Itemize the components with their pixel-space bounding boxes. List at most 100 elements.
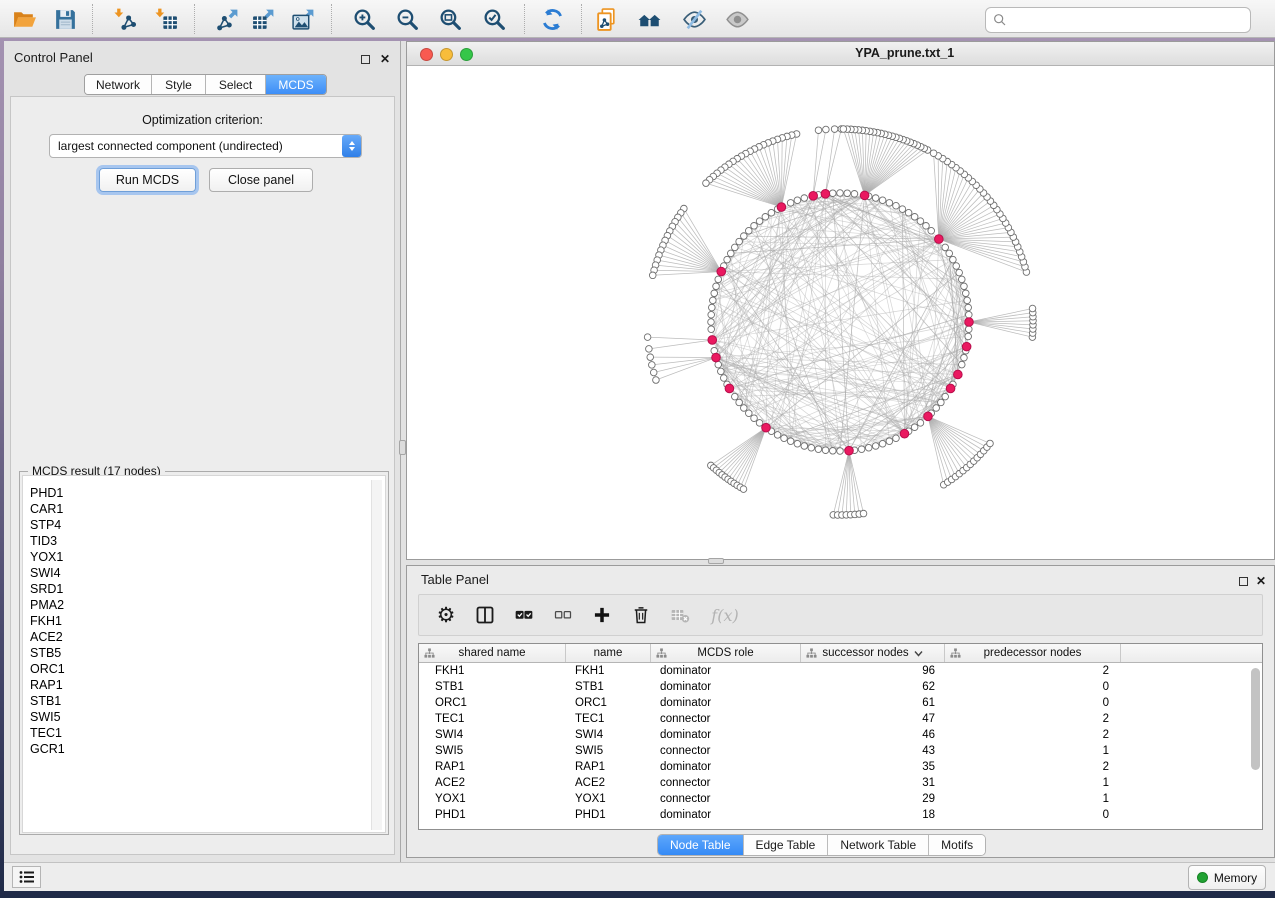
hide-selected-button[interactable]: [680, 5, 708, 33]
table-row[interactable]: ACE2ACE2connector311: [419, 775, 1262, 791]
mcds-result-item[interactable]: PMA2: [30, 597, 385, 613]
mcds-result-item[interactable]: SRD1: [30, 581, 385, 597]
control-panel-float-button[interactable]: [361, 51, 370, 69]
save-session-button[interactable]: [51, 5, 79, 33]
horizontal-splitter-grip[interactable]: [708, 558, 724, 564]
close-traffic-light[interactable]: [420, 48, 433, 61]
clone-network-icon: [594, 7, 619, 32]
tab-mcds[interactable]: MCDS: [266, 75, 326, 94]
float-icon: [361, 55, 370, 64]
table-scrollbar[interactable]: [1249, 665, 1261, 827]
search-input[interactable]: [1008, 10, 1250, 30]
network-window-titlebar[interactable]: YPA_prune.txt_1: [407, 42, 1274, 66]
deselect-all-button[interactable]: [552, 604, 574, 626]
mcds-result-item[interactable]: GCR1: [30, 741, 385, 757]
table-row[interactable]: SWI4SWI4dominator462: [419, 727, 1262, 743]
network-graph: [407, 66, 1274, 559]
tab-network-table[interactable]: Network Table: [828, 835, 929, 855]
close-icon: ✕: [380, 52, 390, 66]
mcds-list-scrollbar[interactable]: [371, 480, 382, 830]
network-canvas[interactable]: [407, 66, 1274, 559]
tab-node-table[interactable]: Node Table: [658, 835, 744, 855]
export-table-button[interactable]: [249, 5, 277, 33]
table-row[interactable]: STB1STB1dominator620: [419, 679, 1262, 695]
control-panel-close-button[interactable]: ✕: [380, 50, 390, 68]
function-builder-button-disabled[interactable]: f(x): [708, 604, 742, 626]
zoom-in-button[interactable]: [350, 5, 378, 33]
import-network-button[interactable]: [111, 5, 139, 33]
mcds-result-item[interactable]: PHD1: [30, 485, 385, 501]
column-header-predecessor-nodes[interactable]: predecessor nodes: [945, 644, 1121, 662]
zoom-selected-button[interactable]: [480, 5, 508, 33]
tab-style[interactable]: Style: [152, 75, 206, 94]
export-network-button[interactable]: [213, 5, 241, 33]
table-header-row: shared name name MCDS role successor nod…: [419, 644, 1262, 663]
mcds-result-item[interactable]: STP4: [30, 517, 385, 533]
table-cell: ACE2: [419, 777, 566, 789]
delete-column-button[interactable]: [630, 604, 652, 626]
mcds-result-item[interactable]: ACE2: [30, 629, 385, 645]
clone-network-button[interactable]: [592, 5, 620, 33]
import-table-button[interactable]: [152, 5, 180, 33]
table-scrollbar-thumb[interactable]: [1251, 668, 1260, 770]
optimization-criterion-select[interactable]: largest connected component (undirected): [49, 134, 362, 158]
table-row[interactable]: YOX1YOX1connector291: [419, 791, 1262, 807]
select-all-button[interactable]: [513, 604, 535, 626]
tab-motifs[interactable]: Motifs: [929, 835, 985, 855]
minimize-traffic-light[interactable]: [440, 48, 453, 61]
zoom-out-button[interactable]: [393, 5, 421, 33]
table-row[interactable]: FKH1FKH1dominator962: [419, 663, 1262, 679]
table-row[interactable]: TEC1TEC1connector472: [419, 711, 1262, 727]
mcds-result-item[interactable]: SWI4: [30, 565, 385, 581]
tab-edge-table[interactable]: Edge Table: [744, 835, 829, 855]
mcds-result-item[interactable]: SWI5: [30, 709, 385, 725]
column-header-mcds-role[interactable]: MCDS role: [651, 644, 801, 662]
table-panel-float-button[interactable]: [1239, 573, 1248, 591]
columns-icon: [475, 605, 495, 625]
column-header-name[interactable]: name: [566, 644, 651, 662]
table-panel-close-button[interactable]: ✕: [1256, 572, 1266, 590]
table-settings-button[interactable]: ⚙: [435, 604, 457, 626]
table-row[interactable]: ORC1ORC1dominator610: [419, 695, 1262, 711]
table-row[interactable]: PHD1PHD1dominator180: [419, 807, 1262, 823]
table-row[interactable]: SWI5SWI5connector431: [419, 743, 1262, 759]
show-all-button[interactable]: [723, 5, 751, 33]
close-panel-button[interactable]: Close panel: [209, 168, 313, 192]
mcds-result-item[interactable]: YOX1: [30, 549, 385, 565]
search-field[interactable]: [985, 7, 1251, 33]
first-neighbors-button[interactable]: [635, 5, 663, 33]
delete-table-button-disabled[interactable]: [669, 604, 691, 626]
mcds-result-item[interactable]: TEC1: [30, 725, 385, 741]
table-row[interactable]: RAP1RAP1dominator352: [419, 759, 1262, 775]
open-session-button[interactable]: [10, 5, 38, 33]
memory-button[interactable]: Memory: [1188, 865, 1266, 890]
toolbar-separator: [194, 4, 195, 34]
maximize-traffic-light[interactable]: [460, 48, 473, 61]
tab-network[interactable]: Network: [85, 75, 152, 94]
table-cell: 46: [801, 729, 945, 741]
show-columns-button[interactable]: [474, 604, 496, 626]
run-mcds-button[interactable]: Run MCDS: [99, 168, 196, 192]
mcds-result-item[interactable]: ORC1: [30, 661, 385, 677]
toolbar-separator: [524, 4, 525, 34]
mcds-result-item[interactable]: CAR1: [30, 501, 385, 517]
mcds-result-item[interactable]: RAP1: [30, 677, 385, 693]
mcds-result-list[interactable]: PHD1CAR1STP4TID3YOX1SWI4SRD1PMA2FKH1ACE2…: [22, 475, 386, 833]
mcds-result-item[interactable]: STB5: [30, 645, 385, 661]
mcds-tab-content: Optimization criterion: largest connecte…: [10, 96, 395, 855]
table-cell: 0: [945, 809, 1121, 821]
refresh-layout-button[interactable]: [538, 5, 566, 33]
mcds-result-item[interactable]: STB1: [30, 693, 385, 709]
create-column-button[interactable]: [591, 604, 613, 626]
mcds-result-item[interactable]: TID3: [30, 533, 385, 549]
task-history-button[interactable]: [12, 866, 41, 888]
column-header-shared-name[interactable]: shared name: [419, 644, 566, 662]
column-header-successor-nodes[interactable]: successor nodes: [801, 644, 945, 662]
mcds-result-item[interactable]: FKH1: [30, 613, 385, 629]
column-label: successor nodes: [822, 647, 908, 659]
tab-select[interactable]: Select: [206, 75, 266, 94]
zoom-fit-button[interactable]: [436, 5, 464, 33]
table-cell: 31: [801, 777, 945, 789]
export-image-button[interactable]: [289, 5, 317, 33]
vertical-splitter-grip[interactable]: [399, 440, 406, 455]
